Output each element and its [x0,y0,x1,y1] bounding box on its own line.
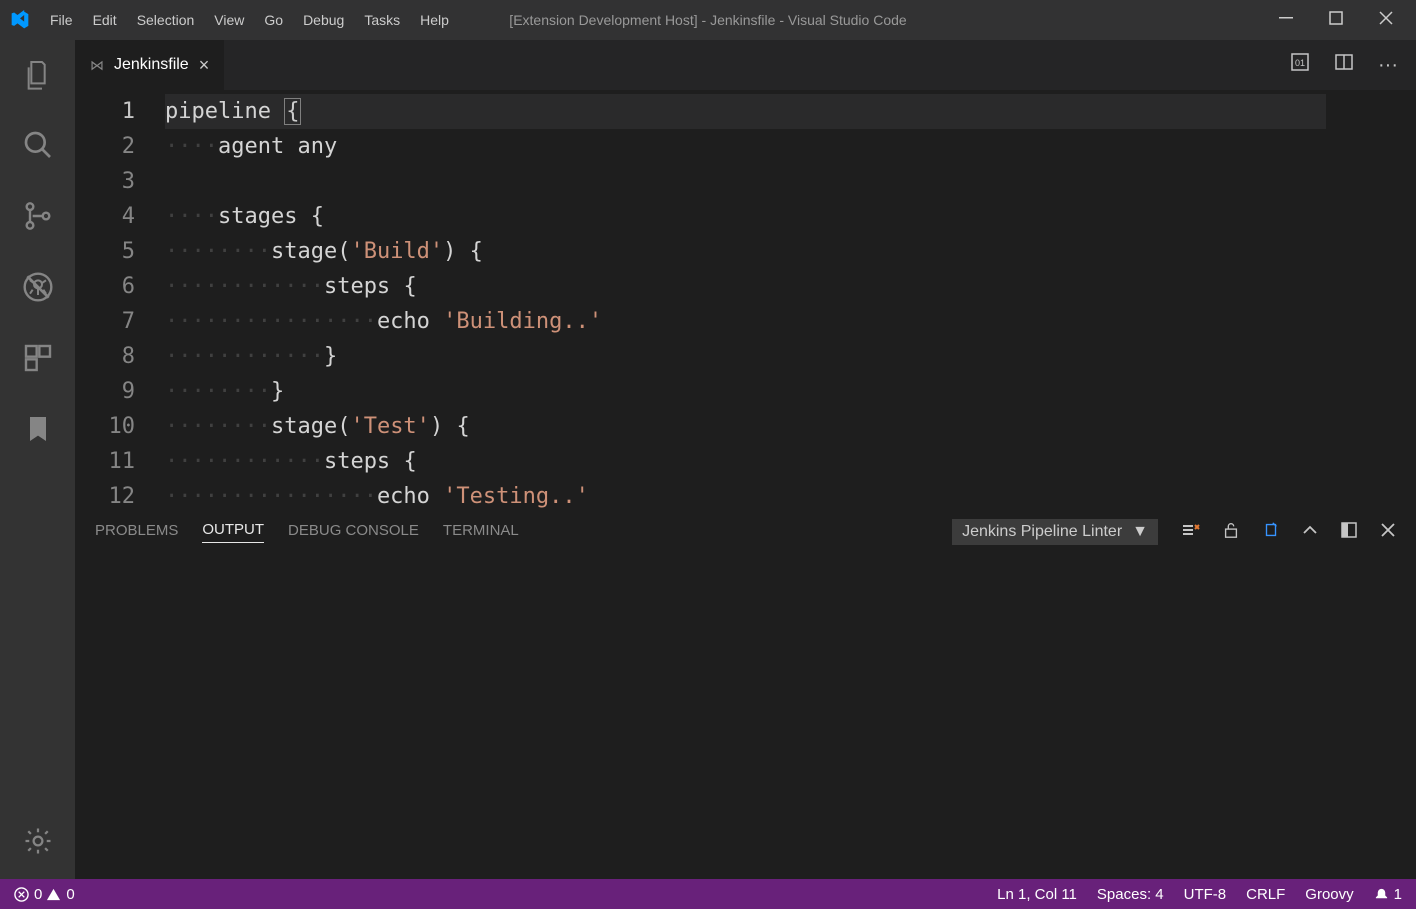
code-line[interactable]: ········stage('Test') { [165,409,1326,444]
tab-label: Jenkinsfile [114,56,189,74]
vscode-logo-icon [10,10,30,30]
tab-close-icon[interactable]: × [199,55,210,76]
tab-jenkinsfile[interactable]: ⋈ Jenkinsfile × [75,40,224,90]
close-button[interactable] [1376,11,1396,30]
output-channel-label: Jenkins Pipeline Linter [962,523,1122,541]
window-title: [Extension Development Host] - Jenkinsfi… [509,12,906,28]
titlebar: FileEditSelectionViewGoDebugTasksHelp [E… [0,0,1416,40]
panel-tab-problems[interactable]: PROBLEMS [95,522,178,543]
code-line[interactable]: ········} [165,374,1326,409]
menu-item-help[interactable]: Help [410,7,459,33]
open-log-icon[interactable] [1262,521,1280,544]
file-icon: ⋈ [90,57,104,74]
more-actions-icon[interactable]: ··· [1378,54,1398,77]
menu-item-tasks[interactable]: Tasks [354,7,410,33]
activity-bar [0,40,75,879]
menu-item-debug[interactable]: Debug [293,7,354,33]
line-number: 9 [75,374,135,409]
status-encoding[interactable]: UTF-8 [1184,886,1227,903]
panel-tab-terminal[interactable]: TERMINAL [443,522,519,543]
output-channel-select[interactable]: Jenkins Pipeline Linter ▼ [952,519,1158,545]
menu-item-selection[interactable]: Selection [127,7,205,33]
column-selection-icon[interactable]: 01 [1290,52,1310,78]
status-warnings[interactable]: 0 [46,886,74,903]
code-line[interactable]: ················echo 'Testing..' [165,479,1326,509]
menu-item-go[interactable]: Go [254,7,293,33]
editor-area: ⋈ Jenkinsfile × 01 ··· 123456789101112 p… [75,40,1416,879]
code-line[interactable]: ····stages { [165,199,1326,234]
minimize-button[interactable] [1276,11,1296,30]
line-number: 2 [75,129,135,164]
status-indent[interactable]: Spaces: 4 [1097,886,1164,903]
status-eol[interactable]: CRLF [1246,886,1285,903]
panel-tabs: PROBLEMS OUTPUT DEBUG CONSOLE TERMINAL Jenk… [75,510,1416,554]
search-icon[interactable] [22,129,54,164]
menu-item-file[interactable]: File [40,7,83,33]
line-number: 7 [75,304,135,339]
status-errors[interactable]: 0 [14,886,42,903]
code-line[interactable]: ············steps { [165,444,1326,479]
extensions-icon[interactable] [22,342,54,377]
line-number: 10 [75,409,135,444]
minimap[interactable] [1326,90,1416,509]
menubar: FileEditSelectionViewGoDebugTasksHelp [40,7,459,33]
split-editor-icon[interactable] [1334,52,1354,78]
line-number: 3 [75,164,135,199]
panel-tab-output[interactable]: OUTPUT [202,521,264,543]
line-number: 8 [75,339,135,374]
lock-scroll-icon[interactable] [1222,521,1240,544]
bookmark-icon[interactable] [22,413,54,448]
status-bar: 0 0 Ln 1, Col 11 Spaces: 4 UTF-8 CRLF Gr… [0,879,1416,909]
code-area[interactable]: pipeline {····agent any····stages {·····… [165,90,1326,509]
window-controls [1276,11,1406,30]
explorer-icon[interactable] [22,58,54,93]
bottom-panel: PROBLEMS OUTPUT DEBUG CONSOLE TERMINAL Jenk… [75,509,1416,879]
status-language[interactable]: Groovy [1305,886,1353,903]
svg-text:01: 01 [1295,58,1305,68]
editor-tabs: ⋈ Jenkinsfile × 01 ··· [75,40,1416,90]
close-panel-icon[interactable] [1380,522,1396,543]
menu-item-view[interactable]: View [204,7,254,33]
debug-icon[interactable] [22,271,54,306]
source-control-icon[interactable] [22,200,54,235]
collapse-panel-icon[interactable] [1302,522,1318,543]
code-line[interactable] [165,164,1326,199]
code-line[interactable]: ················echo 'Building..' [165,304,1326,339]
line-number: 4 [75,199,135,234]
line-number: 11 [75,444,135,479]
maximize-button[interactable] [1326,11,1346,30]
code-line[interactable]: ············} [165,339,1326,374]
status-notifications[interactable]: 1 [1374,886,1402,903]
dropdown-icon: ▼ [1132,523,1148,541]
panel-tab-debug-console[interactable]: DEBUG CONSOLE [288,522,419,543]
line-number: 1 [75,94,135,129]
clear-output-icon[interactable] [1180,520,1200,545]
line-number: 5 [75,234,135,269]
editor-content[interactable]: 123456789101112 pipeline {····agent any·… [75,90,1416,509]
code-line[interactable]: ····agent any [165,129,1326,164]
code-line[interactable]: ········stage('Build') { [165,234,1326,269]
line-number-gutter: 123456789101112 [75,90,165,509]
code-line[interactable]: ············steps { [165,269,1326,304]
settings-gear-icon[interactable] [23,826,53,859]
line-number: 6 [75,269,135,304]
status-cursor-position[interactable]: Ln 1, Col 11 [997,886,1077,903]
maximize-panel-icon[interactable] [1340,521,1358,544]
line-number: 12 [75,479,135,509]
code-line[interactable]: pipeline { [165,94,1326,129]
menu-item-edit[interactable]: Edit [83,7,127,33]
